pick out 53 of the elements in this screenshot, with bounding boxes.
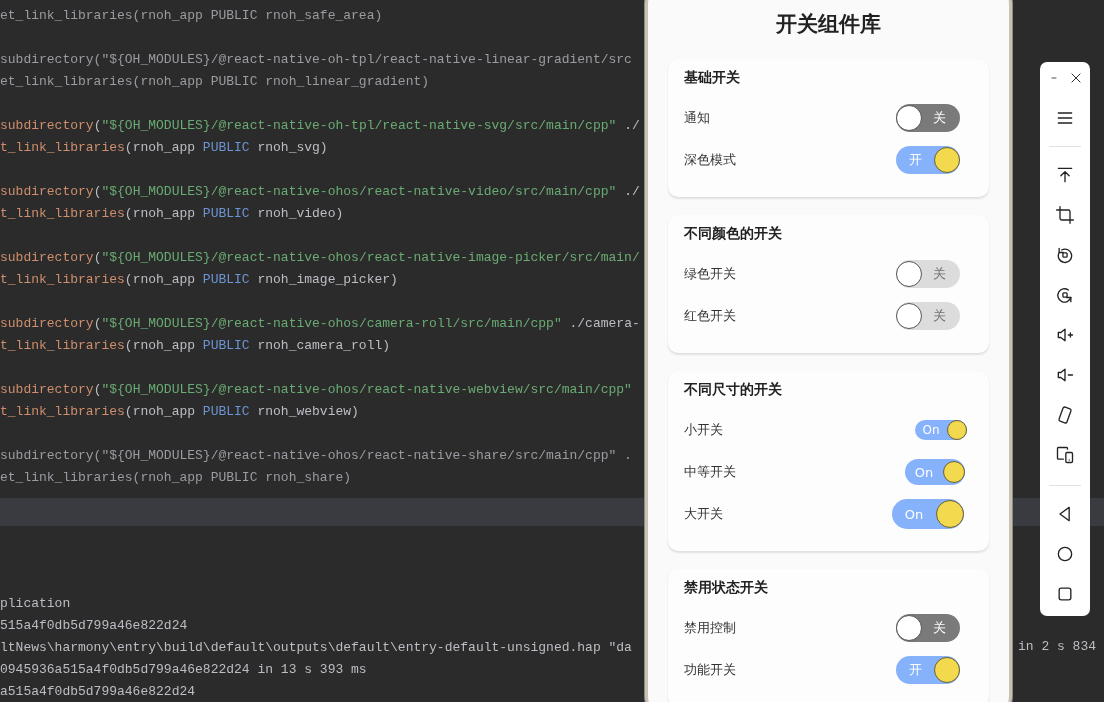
switch-label: 绿色开关: [684, 265, 736, 283]
console-line: in 2 s 834: [1018, 638, 1096, 656]
code-line: t_link_libraries(rnoh_app PUBLIC rnoh_camera_roll): [0, 337, 391, 355]
code-line: subdirectory("${OH_MODULES}/@react-native-ohos/camera-roll/src/main/cpp" ./camera-: [0, 315, 640, 333]
code-line: t_link_libraries(rnoh_app PUBLIC rnoh_image_picker): [0, 271, 398, 289]
code-line: subdirectory("${OH_MODULES}/@react-native-ohos/react-native-image-picker/src/main/: [0, 249, 640, 267]
switch-label: 中等开关: [684, 463, 736, 481]
card-title: 禁用状态开关: [684, 578, 768, 597]
code-line: et_link_libraries(rnoh_app PUBLIC rnoh_safe_area): [0, 7, 383, 25]
console-line: ltNews\harmony\entry\build\default\outputs\default\entry-default-unsigned.hap "da: [0, 639, 632, 657]
switch-label: 小开关: [684, 421, 723, 439]
switch-label: 红色开关: [684, 307, 736, 325]
code-line: t_link_libraries(rnoh_app PUBLIC rnoh_video): [0, 205, 344, 223]
crop-icon: [1055, 205, 1075, 225]
switch-label: 大开关: [684, 505, 723, 523]
code-line: subdirectory("${OH_MODULES}/@react-native-ohos/react-native-webview/src/main/cpp": [0, 381, 632, 399]
console-line: 515a4f0db5d799a46e822d24: [0, 617, 188, 635]
toggle-switch[interactable]: 开: [896, 656, 960, 684]
console-line: 0945936a515a4f0db5d799a46e822d24 in 13 s 393 ms: [0, 661, 367, 679]
card-title: 不同尺寸的开关: [684, 380, 782, 399]
toggle-switch[interactable]: 开: [896, 146, 960, 174]
toggle-switch[interactable]: 关: [896, 104, 960, 132]
toggle-switch[interactable]: On: [905, 459, 965, 485]
arrow-to-top-icon: [1055, 165, 1075, 185]
code-line: t_link_libraries(rnoh_app PUBLIC rnoh_webview): [0, 403, 359, 421]
switch-label: 禁用控制: [684, 619, 736, 637]
code-line: t_link_libraries(rnoh_app PUBLIC rnoh_svg): [0, 139, 328, 157]
rotate-icon: [1055, 245, 1075, 265]
console-line: plication: [0, 595, 71, 613]
code-line: subdirectory("${OH_MODULES}/@react-native-oh-tpl/react-native-linear-gradient/src: [0, 51, 632, 69]
toggle-switch[interactable]: 关: [896, 260, 960, 288]
page-title: 开关组件库: [775, 11, 882, 38]
crop-button[interactable]: [1053, 203, 1077, 227]
toggle-switch[interactable]: On: [915, 420, 967, 440]
phone-rotate-icon: [1055, 405, 1075, 425]
toggle-switch[interactable]: 关: [896, 302, 960, 330]
card-title: 基础开关: [684, 68, 740, 87]
code-line: subdirectory("${OH_MODULES}/@react-native-ohos/react-native-video/src/main/cpp" ./: [0, 183, 640, 201]
switch-label: 功能开关: [684, 661, 736, 679]
code-line: et_link_libraries(rnoh_app PUBLIC rnoh_share): [0, 469, 352, 487]
rotate-icon: [1055, 285, 1075, 305]
toggle-switch[interactable]: 关: [896, 614, 960, 642]
devices-icon: [1055, 445, 1075, 465]
card-title: 不同颜色的开关: [684, 224, 782, 243]
code-line: et_link_libraries(rnoh_app PUBLIC rnoh_linear_gradient): [0, 73, 430, 91]
home-circle-icon: [1055, 544, 1075, 564]
close-icon: [1069, 71, 1083, 85]
switch-label: 通知: [684, 109, 710, 127]
switch-label: 深色模式: [684, 151, 736, 169]
code-line: subdirectory("${OH_MODULES}/@react-native-oh-tpl/react-native-svg/src/main/cpp" ./: [0, 117, 640, 135]
console-line: a515a4f0db5d799a46e822d24: [0, 683, 196, 701]
toggle-switch[interactable]: On: [892, 499, 964, 529]
code-line: subdirectory("${OH_MODULES}/@react-native-ohos/react-native-share/src/main/cpp" .: [0, 447, 632, 465]
